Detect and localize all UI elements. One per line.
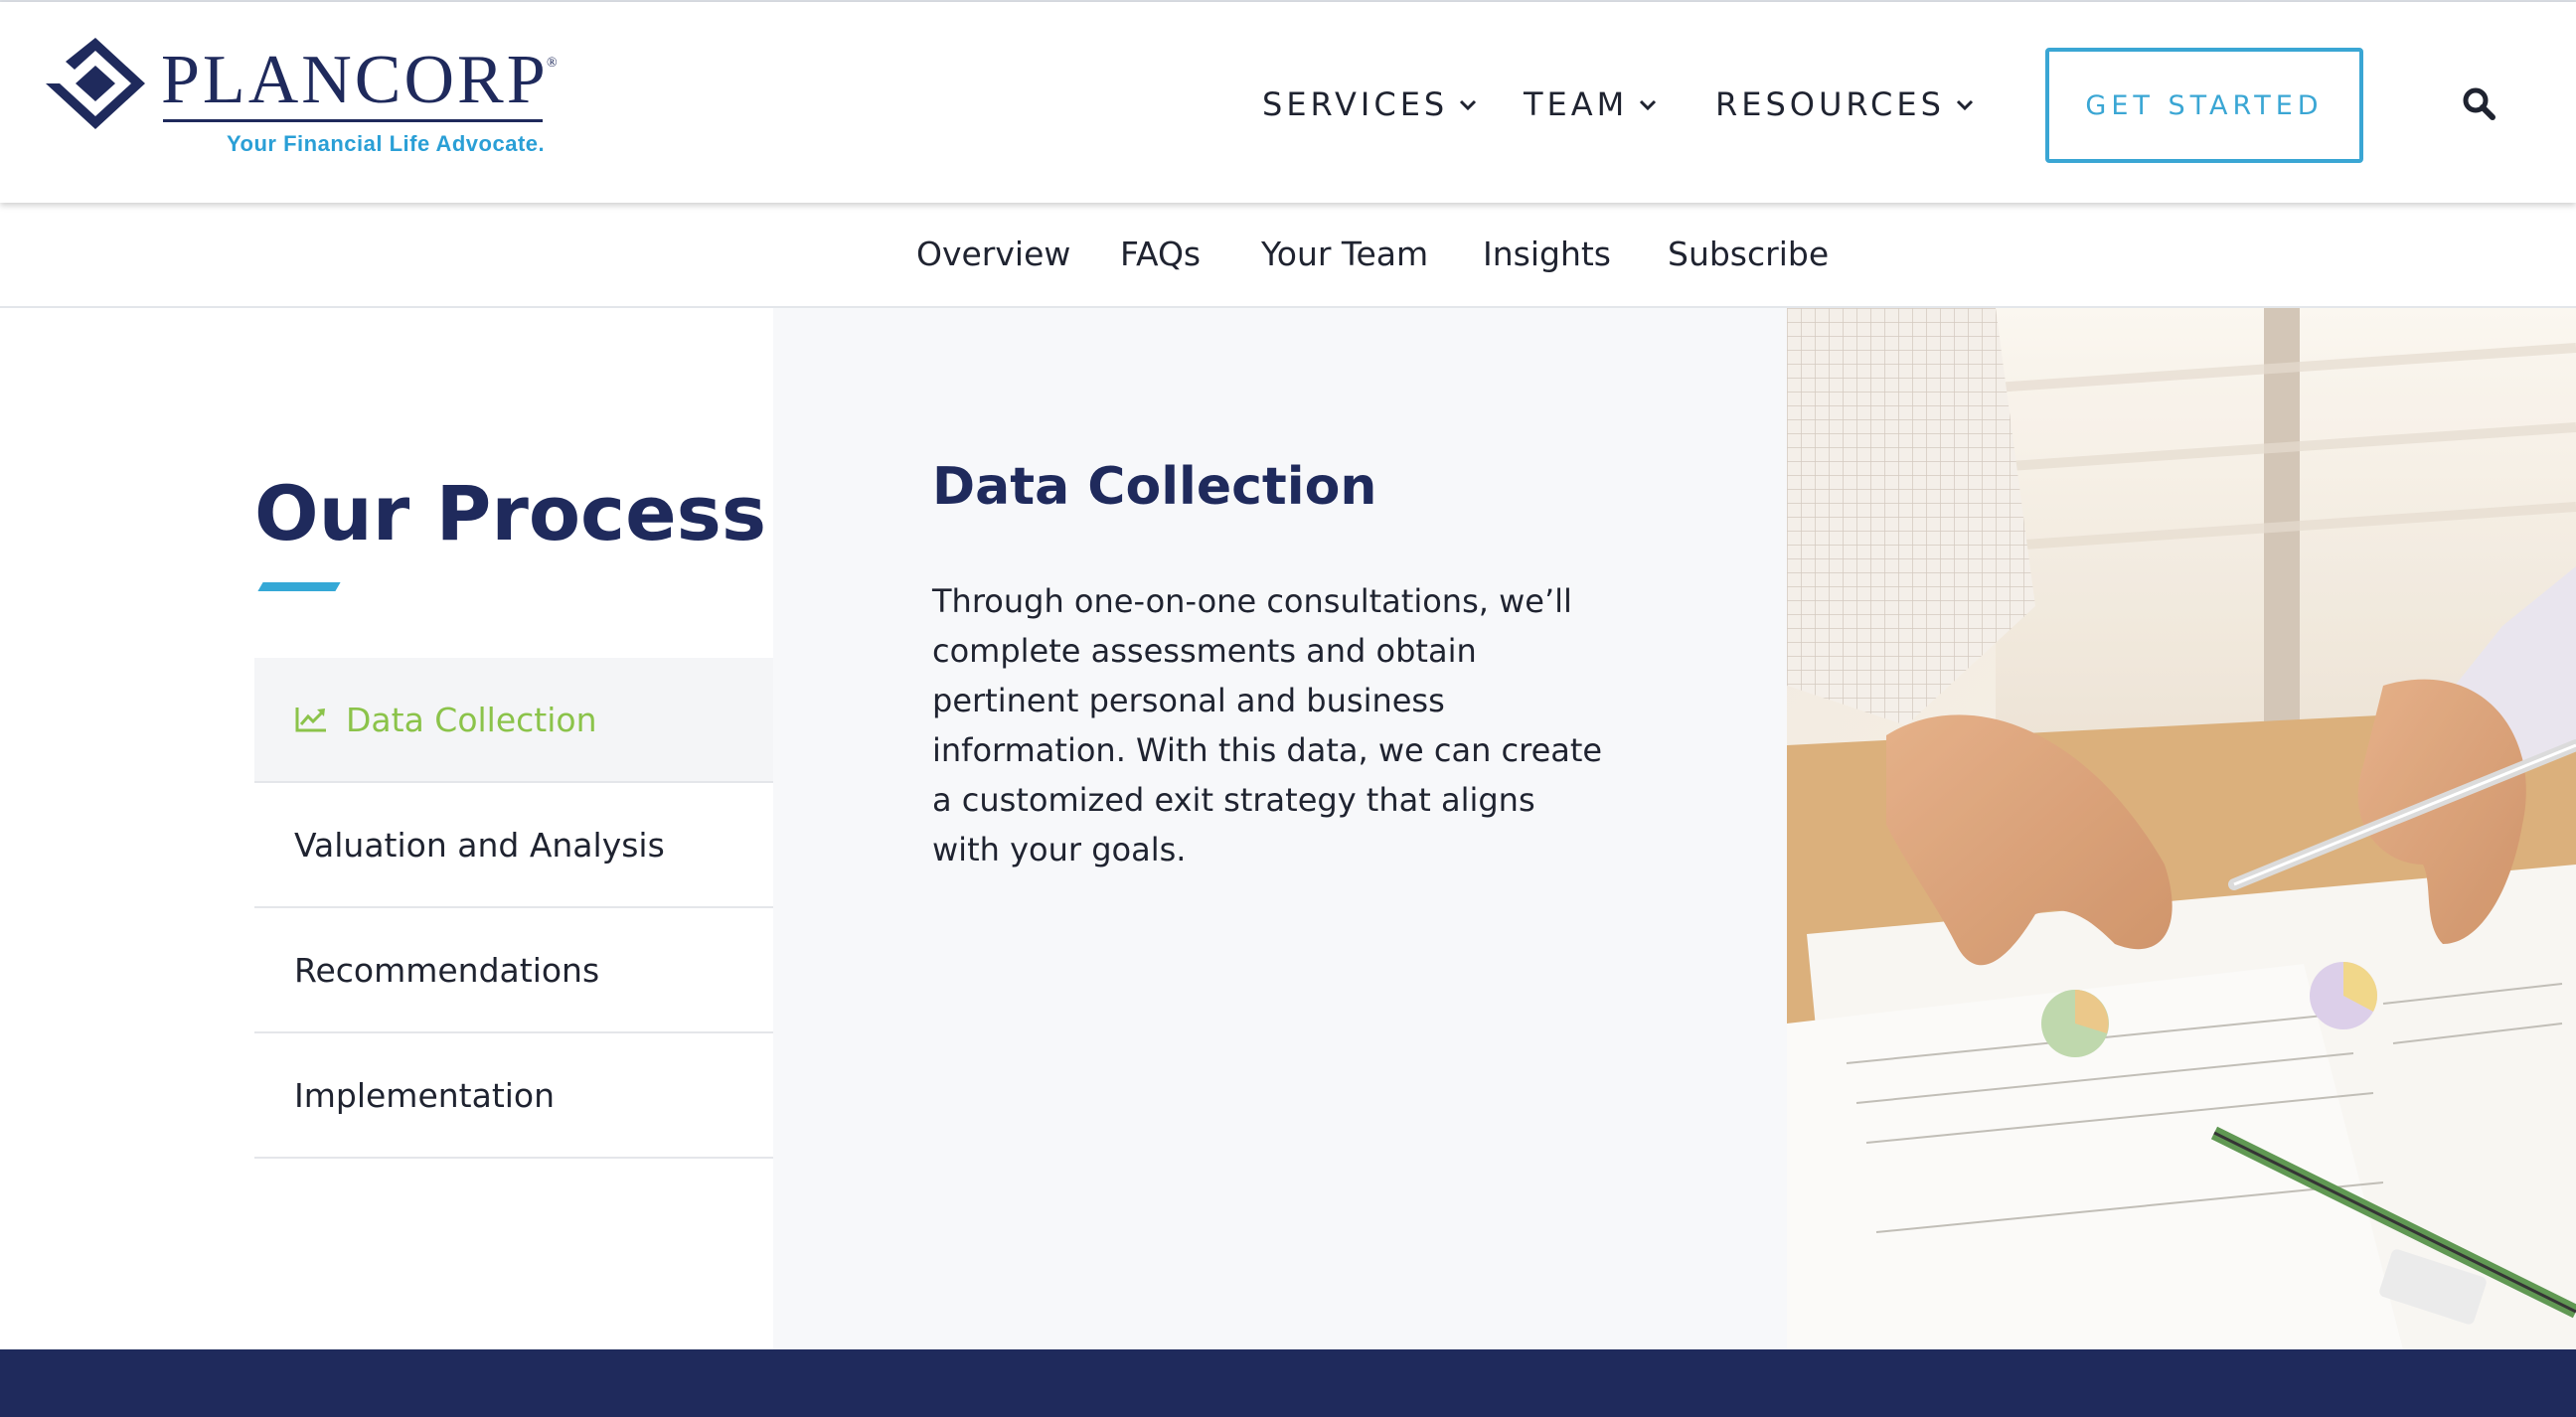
chevron-down-icon bbox=[1956, 99, 1973, 111]
subnav-overview[interactable]: Overview bbox=[916, 235, 1070, 273]
line-chart-icon bbox=[295, 708, 326, 732]
logo-registered-mark: ® bbox=[547, 56, 558, 71]
chevron-down-icon bbox=[1640, 99, 1657, 111]
subnav-subscribe[interactable]: Subscribe bbox=[1668, 235, 1829, 273]
subnav-faqs[interactable]: FAQs bbox=[1120, 235, 1201, 273]
get-started-button[interactable]: GET STARTED bbox=[2045, 48, 2363, 163]
site-header: PLANCORP ® Your Financial Life Advocate.… bbox=[0, 2, 2576, 203]
tab-data-collection[interactable]: Data Collection bbox=[254, 658, 773, 783]
subnav-your-team[interactable]: Your Team bbox=[1261, 235, 1428, 273]
logo-rule bbox=[163, 119, 543, 122]
process-tabs-column: Our Process Data Collection Valuation an… bbox=[0, 308, 773, 1349]
nav-services[interactable]: SERVICES bbox=[1262, 85, 1478, 123]
tab-recommendations-label: Recommendations bbox=[294, 950, 600, 990]
content-heading: Data Collection bbox=[932, 457, 1377, 517]
title-underline bbox=[257, 582, 341, 591]
process-title: Our Process bbox=[254, 469, 767, 557]
chevron-down-icon bbox=[1460, 99, 1477, 111]
process-section: Our Process Data Collection Valuation an… bbox=[0, 308, 2576, 1349]
search-icon[interactable] bbox=[2461, 85, 2496, 121]
tab-implementation-label: Implementation bbox=[294, 1075, 556, 1115]
subnav-insights[interactable]: Insights bbox=[1483, 235, 1611, 273]
hands-reviewing-charts-photo bbox=[1787, 308, 2576, 1349]
tab-data-collection-label: Data Collection bbox=[346, 700, 597, 739]
photo-illustration bbox=[1787, 308, 2576, 1349]
nav-services-label: SERVICES bbox=[1262, 85, 1449, 123]
nav-resources-label: RESOURCES bbox=[1715, 85, 1945, 123]
tab-recommendations[interactable]: Recommendations bbox=[254, 908, 773, 1033]
nav-team-label: TEAM bbox=[1524, 85, 1629, 123]
logo-tagline: Your Financial Life Advocate. bbox=[227, 131, 546, 156]
logo-mark-icon bbox=[46, 38, 145, 129]
footer-band bbox=[0, 1349, 2576, 1417]
section-subnav: Overview FAQs Your Team Insights Subscri… bbox=[0, 203, 2576, 308]
logo-wordmark: PLANCORP bbox=[161, 42, 549, 118]
tab-implementation[interactable]: Implementation bbox=[254, 1033, 773, 1159]
tab-valuation-and-analysis[interactable]: Valuation and Analysis bbox=[254, 783, 773, 908]
tab-valuation-label: Valuation and Analysis bbox=[294, 825, 665, 865]
plancorp-logo[interactable]: PLANCORP ® Your Financial Life Advocate. bbox=[46, 38, 563, 163]
nav-team[interactable]: TEAM bbox=[1524, 85, 1658, 123]
content-body: Through one-on-one consultations, we’ll … bbox=[932, 582, 1603, 868]
nav-resources[interactable]: RESOURCES bbox=[1715, 85, 1975, 123]
